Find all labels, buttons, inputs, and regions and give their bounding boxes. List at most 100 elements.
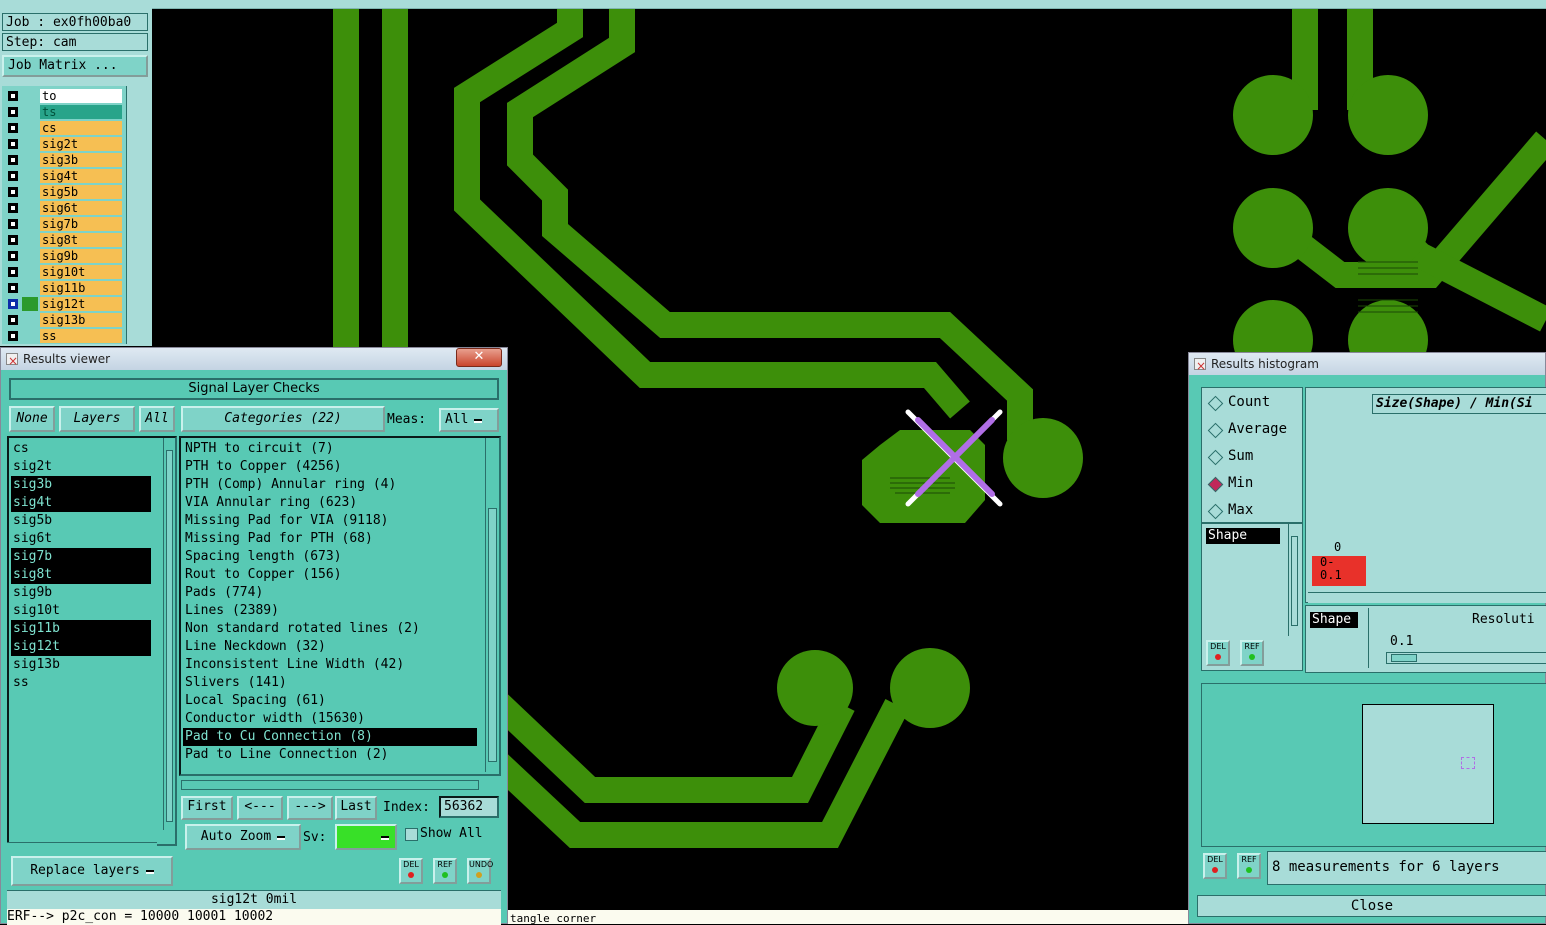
layer-checkbox[interactable] [8,331,18,341]
mode-label[interactable]: Min [1228,475,1253,491]
category-item[interactable]: Spacing length (673) [183,548,477,566]
layer-row[interactable]: sig11b [2,280,126,296]
category-item[interactable]: Local Spacing (61) [183,692,477,710]
category-item[interactable]: NPTH to circuit (7) [183,440,477,458]
prev-button[interactable]: <--- [237,796,283,820]
category-item[interactable]: Slivers (141) [183,674,477,692]
histogram-del-button[interactable]: DEL [1206,640,1230,666]
results-layer-scrollbar[interactable] [163,438,175,830]
layer-name[interactable]: sig6t [40,201,122,215]
layer-name[interactable]: to [40,89,122,103]
preview-frame[interactable] [1362,704,1494,824]
layer-checkbox[interactable] [8,187,18,197]
results-viewer-titlebar[interactable]: Results viewer ✕ [1,348,507,372]
layer-checkbox[interactable] [8,235,18,245]
all-button[interactable]: All [139,406,175,432]
mode-label[interactable]: Max [1228,502,1253,518]
category-item[interactable]: Pads (774) [183,584,477,602]
layer-name[interactable]: cs [40,121,122,135]
job-matrix-button[interactable]: Job Matrix ... [2,55,148,77]
layer-checkbox[interactable] [8,171,18,181]
sv-color-dropdown[interactable] [335,824,397,850]
histogram-bar[interactable]: 0- 0.1 [1312,556,1366,586]
histogram-close-button[interactable]: Close [1197,895,1546,917]
layer-checkbox[interactable] [8,315,18,325]
results-layer-item[interactable]: sig11b [11,620,151,638]
category-item[interactable]: Conductor width (15630) [183,710,477,728]
results-layer-item[interactable]: sig10t [11,602,151,620]
last-button[interactable]: Last [335,796,377,820]
layers-button[interactable]: Layers [59,406,135,432]
layer-checkbox[interactable] [8,251,18,261]
layer-checkbox[interactable] [8,203,18,213]
close-icon[interactable]: ✕ [456,348,502,367]
category-item[interactable]: PTH to Copper (4256) [183,458,477,476]
results-layer-item[interactable]: ss [11,674,151,692]
layer-row[interactable]: sig2t [2,136,126,152]
del-button[interactable]: DEL [399,858,423,884]
layer-row[interactable]: ss [2,328,126,344]
layer-row[interactable]: cs [2,120,126,136]
undo-button[interactable]: UNDO [467,858,493,884]
layer-row[interactable]: to [2,88,126,104]
layer-name[interactable]: sig5b [40,185,122,199]
layer-name[interactable]: sig7b [40,217,122,231]
mode-radio-count[interactable] [1208,396,1222,410]
first-button[interactable]: First [181,796,233,820]
layer-name[interactable]: sig4t [40,169,122,183]
layer-checkbox[interactable] [8,139,18,149]
mode-label[interactable]: Count [1228,394,1270,410]
layer-name[interactable]: sig10t [40,265,122,279]
category-item[interactable]: PTH (Comp) Annular ring (4) [183,476,477,494]
layer-list-scrollbar[interactable] [126,86,151,344]
categories-scrollbar[interactable] [485,438,499,772]
layer-name[interactable]: sig3b [40,153,122,167]
category-item[interactable]: VIA Annular ring (623) [183,494,477,512]
mode-radio-sum[interactable] [1208,450,1222,464]
histogram-titlebar[interactable]: Results histogram [1189,353,1545,377]
results-layer-item[interactable]: sig3b [11,476,151,494]
next-button[interactable]: ---> [287,796,333,820]
results-layer-item[interactable]: cs [11,440,151,458]
results-layer-item[interactable]: sig2t [11,458,151,476]
layer-checkbox[interactable] [8,107,18,117]
results-layer-item[interactable]: sig5b [11,512,151,530]
layer-checkbox[interactable] [8,299,18,309]
layer-row[interactable]: sig4t [2,168,126,184]
results-layer-item[interactable]: sig9b [11,584,151,602]
shape-list[interactable]: Shape DEL REF [1201,523,1303,671]
histogram-hscroll[interactable] [1308,592,1546,603]
results-layer-item[interactable]: sig7b [11,548,151,566]
mode-radio-average[interactable] [1208,423,1222,437]
layer-checkbox[interactable] [8,91,18,101]
results-layer-list[interactable]: cs sig2t sig3b sig4t sig5b sig6t sig7b sig8t sig… [7,436,177,846]
layer-name[interactable]: sig12t [40,297,122,311]
layer-row[interactable]: sig5b [2,184,126,200]
meas-dropdown[interactable]: All [439,408,499,432]
category-item[interactable]: Non standard rotated lines (2) [183,620,477,638]
category-item[interactable]: Missing Pad for VIA (9118) [183,512,477,530]
results-layer-item[interactable]: sig13b [11,656,151,674]
auto-zoom-dropdown[interactable]: Auto Zoom [185,824,301,850]
category-item[interactable]: Inconsistent Line Width (42) [183,656,477,674]
categories-hscroll[interactable] [181,780,479,790]
histogram-ref-button[interactable]: REF [1240,640,1264,666]
layer-row[interactable]: sig7b [2,216,126,232]
categories-button[interactable]: Categories (22) [181,406,385,432]
layer-name[interactable]: ss [40,329,122,343]
shape-list-scrollbar[interactable] [1288,524,1300,636]
results-layer-item[interactable]: sig12t [11,638,151,656]
layer-checkbox[interactable] [8,283,18,293]
layer-name[interactable]: sig8t [40,233,122,247]
layer-row[interactable]: sig12t [2,296,126,312]
mode-radio-min[interactable] [1208,477,1222,491]
layer-row[interactable]: sig9b [2,248,126,264]
mode-label[interactable]: Average [1228,421,1287,437]
resolution-slider-handle[interactable] [1391,654,1417,662]
layer-row[interactable]: sig8t [2,232,126,248]
mode-radio-max[interactable] [1208,504,1222,518]
layer-name[interactable]: sig11b [40,281,122,295]
layer-row[interactable]: sig6t [2,200,126,216]
category-item[interactable]: Missing Pad for PTH (68) [183,530,477,548]
category-item[interactable]: Pad to Line Connection (2) [183,746,477,764]
